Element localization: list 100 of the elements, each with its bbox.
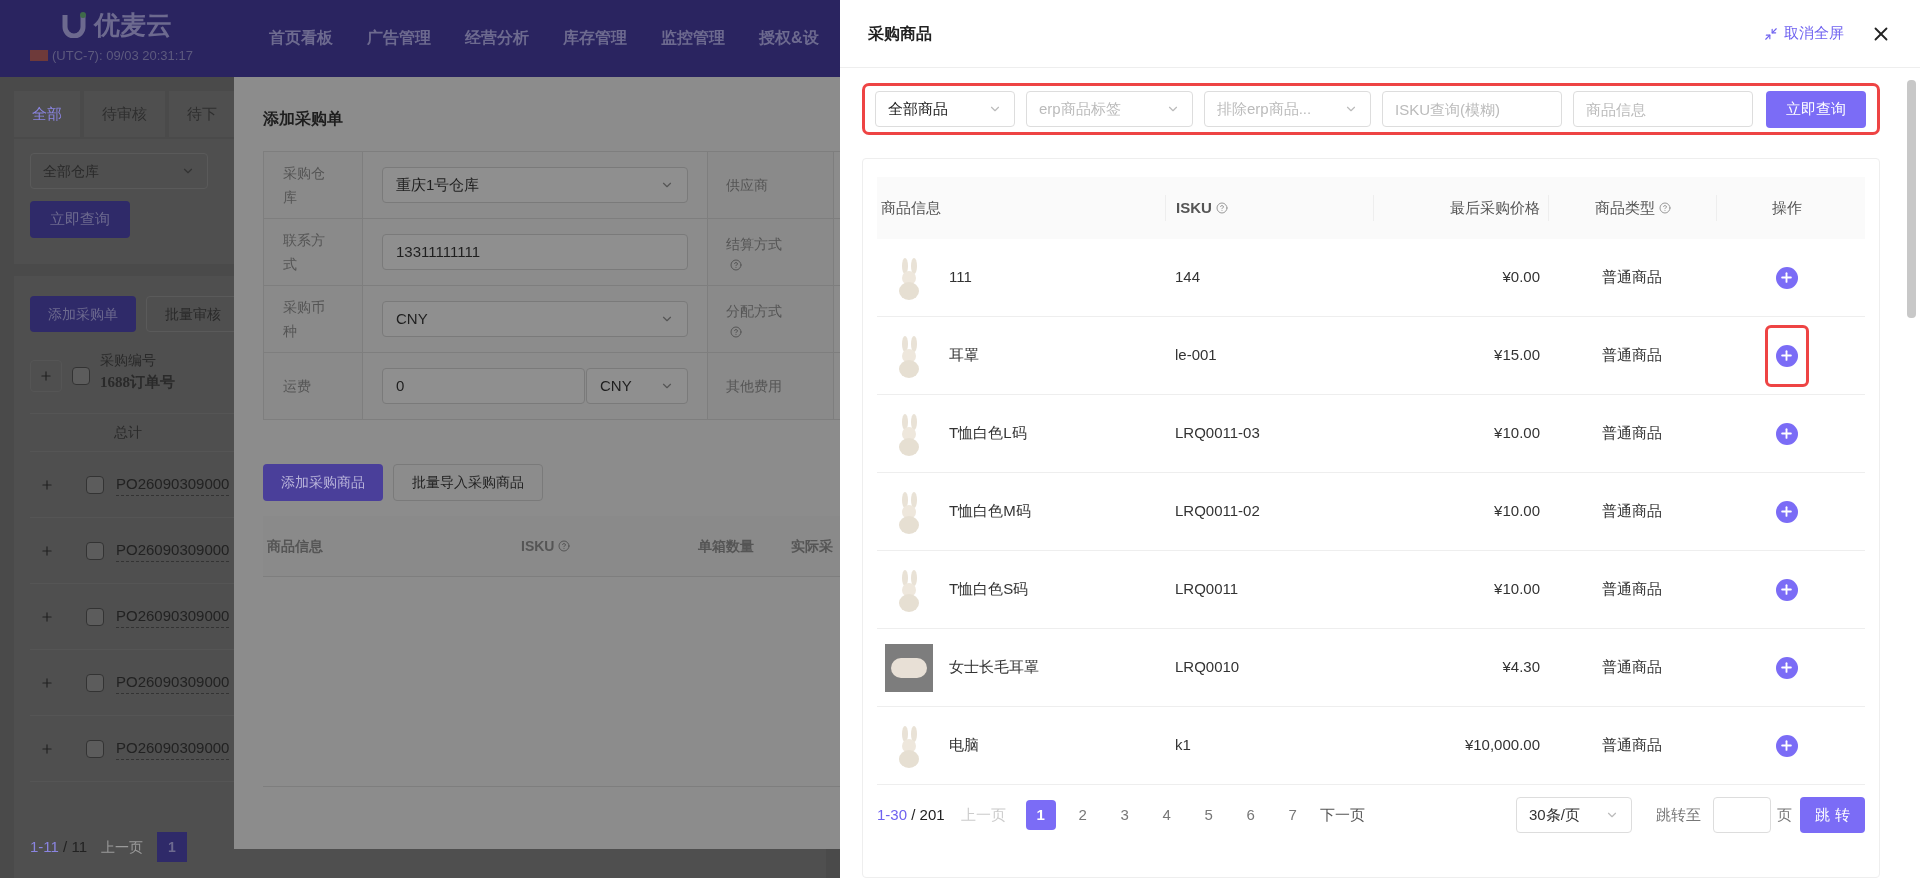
goods-name: 耳罩: [949, 345, 979, 366]
isku-text: le-001: [1174, 345, 1218, 366]
modal-title: 添加采购单: [263, 109, 344, 129]
plus-icon: [1775, 656, 1798, 679]
price-text: ¥15.00: [1493, 345, 1541, 366]
checkbox[interactable]: [86, 739, 104, 758]
isku-text: 144: [1174, 267, 1202, 288]
page-size-select[interactable]: 30条/页: [1516, 797, 1632, 833]
prev-page[interactable]: 上一页: [101, 836, 143, 858]
select-field[interactable]: erp商品标签: [1026, 91, 1193, 127]
page-number[interactable]: 3: [1109, 800, 1140, 830]
plus-icon: [1775, 422, 1798, 445]
goods-type: 普通商品: [1601, 735, 1663, 756]
expand-icon[interactable]: [40, 543, 54, 558]
jump-input[interactable]: [1713, 797, 1771, 833]
jump-label: 跳转至: [1656, 804, 1701, 825]
column-header: 操作: [1716, 195, 1857, 221]
add-goods-button[interactable]: 批量导入采购商品: [393, 464, 543, 501]
page-range: 1-30 / 201: [877, 804, 945, 825]
goods-type: 普通商品: [1601, 267, 1663, 288]
query-button[interactable]: 立即查询: [30, 201, 130, 238]
nav-item[interactable]: 监控管理: [661, 26, 725, 50]
checkbox[interactable]: [86, 475, 104, 494]
nav-item[interactable]: 库存管理: [563, 26, 627, 50]
page-number[interactable]: 1: [157, 832, 187, 862]
nav-item[interactable]: 首页看板: [269, 26, 333, 50]
price-text: ¥10,000.00: [1463, 735, 1541, 756]
isku-text: LRQ0011-02: [1174, 501, 1261, 522]
goods-type: 普通商品: [1601, 345, 1663, 366]
goods-name: T恤白色S码: [949, 579, 1029, 600]
checkbox[interactable]: [86, 541, 104, 560]
goods-type: 普通商品: [1601, 423, 1663, 444]
expand-icon[interactable]: [40, 675, 54, 690]
page-number[interactable]: 5: [1193, 800, 1224, 830]
action-button[interactable]: 添加采购单: [30, 296, 136, 332]
goods-name: 电脑: [949, 735, 979, 756]
help-icon: [730, 325, 742, 338]
page-number[interactable]: 6: [1235, 800, 1266, 830]
select-field[interactable]: CNY: [382, 301, 688, 337]
plus-icon: [1775, 578, 1798, 601]
price-text: ¥0.00: [1501, 267, 1541, 288]
expand-icon[interactable]: [40, 477, 54, 492]
page-number[interactable]: 4: [1151, 800, 1182, 830]
goods-type: 普通商品: [1601, 501, 1663, 522]
input-field[interactable]: 商品信息: [1573, 91, 1753, 127]
nav-item[interactable]: 广告管理: [367, 26, 431, 50]
isku-text: k1: [1174, 735, 1192, 756]
logo-icon: [62, 12, 86, 38]
jump-button[interactable]: 跳 转: [1800, 797, 1865, 833]
flag-icon: [30, 50, 48, 62]
select-field[interactable]: 全部商品: [875, 91, 1015, 127]
checkbox[interactable]: [86, 673, 104, 692]
plus-icon: [1775, 344, 1798, 367]
add-goods-button[interactable]: 添加采购商品: [263, 464, 383, 501]
isku-text: LRQ0011: [1174, 579, 1240, 600]
add-button[interactable]: [1764, 324, 1809, 387]
query-button[interactable]: 立即查询: [1766, 90, 1866, 128]
nav-item[interactable]: 授权&设: [759, 26, 819, 50]
expand-icon[interactable]: [30, 360, 62, 392]
nav-item[interactable]: 经营分析: [465, 26, 529, 50]
column-header: 最后采购价格: [1373, 195, 1548, 221]
exit-fullscreen-button[interactable]: 取消全屏: [1764, 22, 1844, 45]
goods-type: 普通商品: [1601, 657, 1663, 678]
next-page[interactable]: 下一页: [1319, 803, 1365, 827]
photo-placeholder: [885, 643, 933, 692]
page-number[interactable]: 2: [1067, 800, 1098, 830]
status-tab[interactable]: 全部: [14, 91, 80, 137]
help-icon: [1215, 202, 1228, 214]
page-unit: 页: [1777, 804, 1792, 825]
plus-icon: [1775, 266, 1798, 289]
checkbox[interactable]: [86, 607, 104, 626]
page-number[interactable]: 7: [1277, 800, 1308, 830]
collapse-icon: [1764, 26, 1778, 41]
logo-text: 优麦云: [94, 12, 172, 38]
scrollbar[interactable]: [1907, 80, 1916, 318]
goods-type: 普通商品: [1601, 579, 1663, 600]
expand-icon[interactable]: [40, 741, 54, 756]
input-field[interactable]: 13311111111: [382, 234, 688, 270]
price-text: ¥10.00: [1493, 501, 1541, 522]
plus-icon: [1775, 500, 1798, 523]
checkbox[interactable]: [72, 367, 90, 385]
isku-text: LRQ0010: [1174, 657, 1241, 678]
goods-name: T恤白色L码: [949, 423, 1027, 444]
plus-icon: [1775, 734, 1798, 757]
goods-name: 女士长毛耳罩: [949, 657, 1039, 678]
currency-select[interactable]: CNY: [586, 368, 688, 404]
price-text: ¥4.30: [1501, 657, 1541, 678]
input-field[interactable]: 0: [382, 368, 585, 404]
help-icon: [730, 258, 742, 271]
price-text: ¥10.00: [1493, 423, 1541, 444]
input-field[interactable]: ISKU查询(模糊): [1382, 91, 1562, 127]
select-field[interactable]: 排除erp商品...: [1204, 91, 1371, 127]
column-header: 商品信息: [880, 197, 942, 218]
help-icon: [1658, 202, 1671, 214]
help-icon: [558, 540, 571, 552]
drawer-title: 采购商品: [868, 23, 932, 44]
select-field[interactable]: 重庆1号仓库: [382, 167, 688, 203]
page-number[interactable]: 1: [1025, 800, 1056, 830]
goods-name: 111: [949, 267, 972, 288]
expand-icon[interactable]: [40, 609, 54, 624]
